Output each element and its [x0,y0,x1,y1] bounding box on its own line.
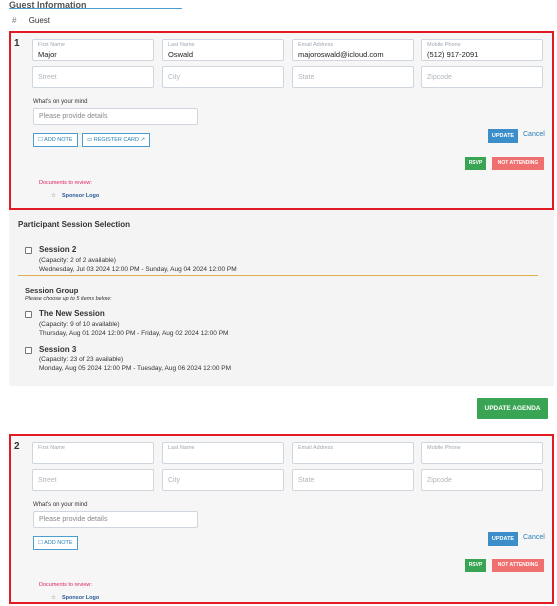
documents-label: Documents to review: [39,180,92,186]
add-note-button[interactable]: ☐ ADD NOTE [33,536,78,550]
session-2-dates: Wednesday, Jul 03 2024 12:00 PM - Sunday… [39,266,237,273]
street-placeholder: Street [38,74,57,81]
email-value: majoroswald@icloud.com [298,50,384,59]
state-field[interactable]: State [292,469,414,491]
city-placeholder: City [168,74,181,81]
sponsor-logo-doc[interactable]: ☆ Sponsor Logo [51,595,99,601]
new-session-checkbox[interactable] [25,311,32,318]
last-name-field[interactable]: Last Name Oswald [162,39,284,61]
street-field[interactable]: Street [32,469,154,491]
add-note-label: ADD NOTE [44,540,73,546]
email-label: Email Address [298,42,334,48]
card-icon: ▭ [87,137,94,143]
star-icon: ☆ [51,595,56,601]
zipcode-placeholder: Zipcode [427,74,452,81]
session-divider [18,275,538,276]
last-name-label: Last Name [168,445,195,451]
guest-header: # Guest [12,16,50,25]
rsvp-button[interactable]: RSVP [465,559,486,572]
session-3-checkbox[interactable] [25,347,32,354]
mind-placeholder: Please provide details [39,516,108,523]
session-3-capacity: (Capacity: 23 of 23 available) [39,356,124,363]
state-placeholder: State [298,74,315,81]
first-name-label: First Name [38,445,65,451]
update-agenda-button[interactable]: UPDATE AGENDA [477,398,548,419]
zipcode-placeholder: Zipcode [427,477,452,484]
email-field[interactable]: Email Address [292,442,414,464]
email-field[interactable]: Email Address majoroswald@icloud.com [292,39,414,61]
zipcode-field[interactable]: Zipcode [421,66,543,88]
street-field[interactable]: Street [32,66,154,88]
street-placeholder: Street [38,477,57,484]
mind-input[interactable]: Please provide details [33,108,198,125]
mind-input[interactable]: Please provide details [33,511,198,528]
city-field[interactable]: City [162,66,284,88]
sponsor-logo-doc[interactable]: ☆ Sponsor Logo [51,193,99,199]
not-attending-button[interactable]: NOT ATTENDING [492,157,544,170]
documents-label: Documents to review: [39,582,92,588]
last-name-value: Oswald [168,50,194,59]
session-group-subtitle: Please choose up to 5 items below: [25,296,112,302]
new-session-dates: Thursday, Aug 01 2024 12:00 PM - Friday,… [39,330,229,337]
city-placeholder: City [168,477,181,484]
new-session-name: The New Session [39,309,105,318]
session-2-name: Session 2 [39,245,77,254]
first-name-value: Major [38,50,57,59]
phone-label: Mobile Phone [427,42,461,48]
add-note-label: ADD NOTE [44,137,73,143]
first-name-field[interactable]: First Name [32,442,154,464]
session-2-capacity: (Capacity: 2 of 2 available) [39,257,116,264]
mind-label: What's on your mind [33,99,88,105]
guest-card-1: 1 First Name Major Last Name Oswald Emai… [9,31,554,210]
guest-number: 1 [14,38,20,49]
session-2-checkbox[interactable] [25,247,32,254]
last-name-label: Last Name [168,42,195,48]
guest-card-2: 2 First Name Last Name Email Address Mob… [9,434,554,604]
phone-value: (512) 917-2091 [427,50,479,59]
update-button[interactable]: UPDATE [488,129,518,143]
session-group-title: Session Group [25,286,79,295]
guest-number: 2 [14,441,20,452]
not-attending-button[interactable]: NOT ATTENDING [492,559,544,572]
sponsor-logo-link[interactable]: Sponsor Logo [62,193,99,199]
update-button[interactable]: UPDATE [488,532,518,546]
email-label: Email Address [298,445,334,451]
session-selection-title: Participant Session Selection [18,220,131,229]
zipcode-field[interactable]: Zipcode [421,469,543,491]
phone-label: Mobile Phone [427,445,461,451]
register-card-label: REGISTER CARD [93,137,139,143]
state-field[interactable]: State [292,66,414,88]
state-placeholder: State [298,477,315,484]
hash-label: # [12,16,17,25]
rsvp-button[interactable]: RSVP [465,157,486,170]
phone-field[interactable]: Mobile Phone (512) 917-2091 [421,39,543,61]
session-3-name: Session 3 [39,345,77,354]
first-name-label: First Name [38,42,65,48]
phone-field[interactable]: Mobile Phone [421,442,543,464]
mind-placeholder: Please provide details [39,113,108,120]
city-field[interactable]: City [162,469,284,491]
last-name-field[interactable]: Last Name [162,442,284,464]
sponsor-logo-link[interactable]: Sponsor Logo [62,595,99,601]
session-3-dates: Monday, Aug 05 2024 12:00 PM - Tuesday, … [39,365,232,372]
guest-label: Guest [28,16,51,25]
add-note-button[interactable]: ☐ ADD NOTE [33,133,78,147]
register-card-button[interactable]: ▭ REGISTER CARD ↗ [82,133,151,147]
first-name-field[interactable]: First Name Major [32,39,154,61]
cancel-link[interactable]: Cancel [523,131,545,138]
new-session-capacity: (Capacity: 9 of 10 available) [39,321,120,328]
section-underline [9,8,182,9]
external-link-icon: ↗ [138,137,146,143]
cancel-link[interactable]: Cancel [523,534,545,541]
session-selection-panel: Participant Session Selection Session 2 … [9,210,554,386]
mind-label: What's on your mind [33,502,88,508]
star-icon: ☆ [51,193,56,199]
